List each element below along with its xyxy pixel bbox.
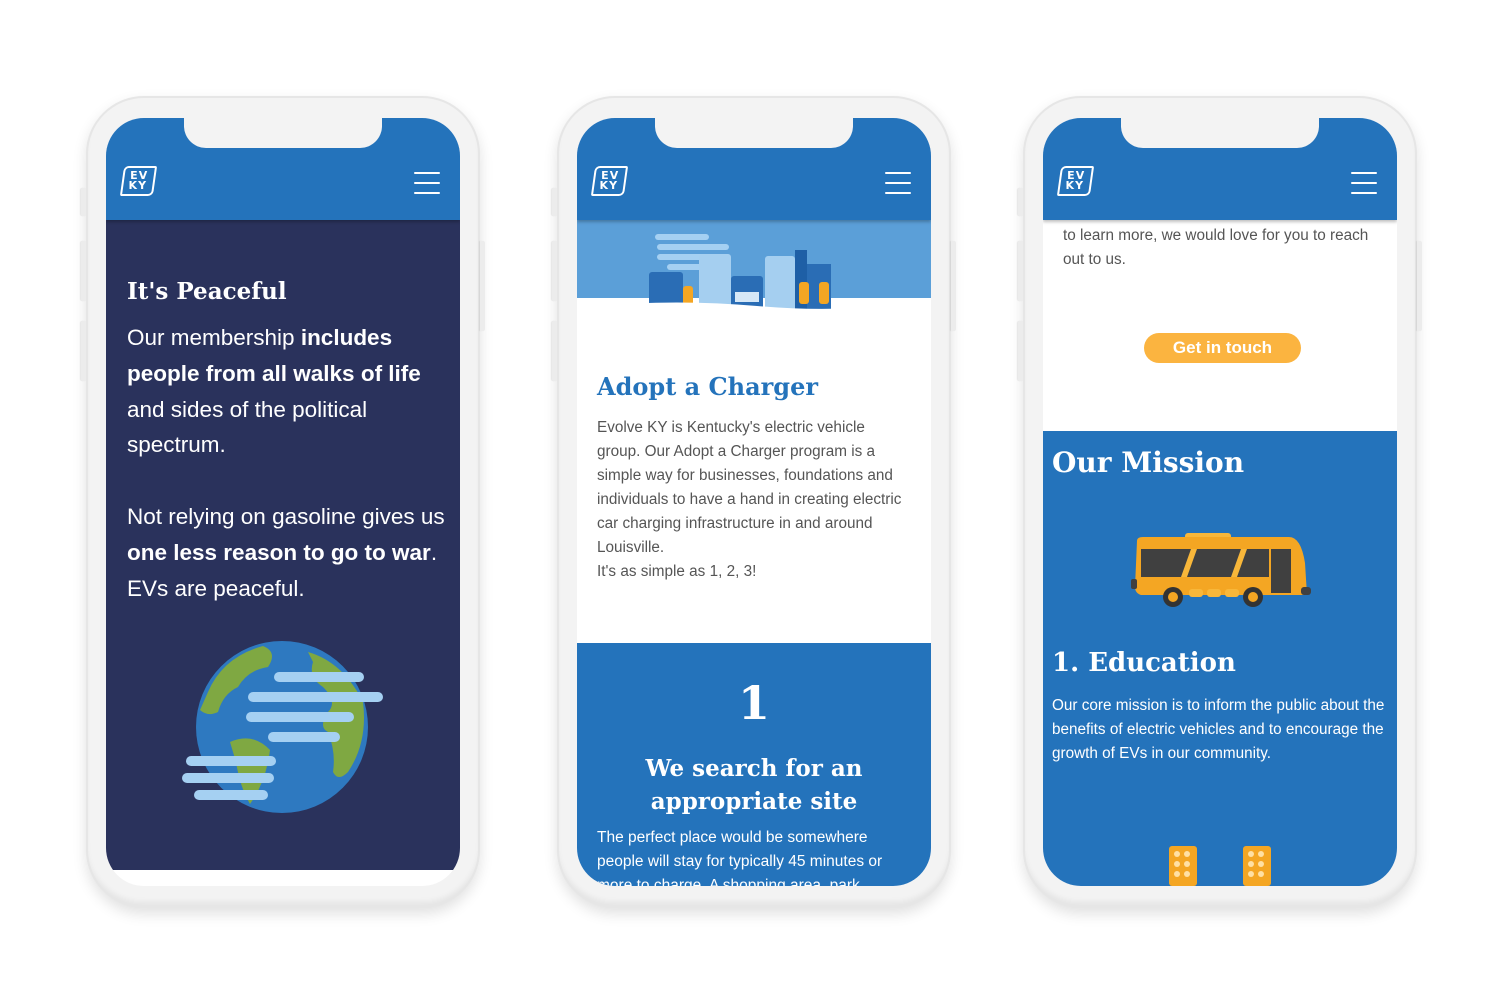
gasoline-paragraph: Not relying on gasoline gives us one les…: [127, 499, 446, 606]
phone-volume-down: [81, 321, 86, 381]
peaceful-section: It's Peaceful Our membership includes pe…: [106, 220, 460, 870]
evky-logo[interactable]: EV KY: [590, 166, 629, 196]
phone-screen: EV KY It's Peaceful Our membership inclu…: [106, 118, 460, 886]
logo-text-bottom: KY: [1065, 179, 1085, 192]
text: Our membership: [127, 325, 301, 350]
adopt-paragraph: Evolve KY is Kentucky's electric vehicle…: [597, 419, 902, 556]
city-chargers-icon: [577, 234, 931, 315]
section-title: It's Peaceful: [127, 278, 287, 305]
step-number: 1: [737, 676, 770, 730]
phone-notch: [184, 118, 382, 148]
phone-mockup-peaceful: EV KY It's Peaceful Our membership inclu…: [81, 96, 485, 908]
bus-icon: [1131, 533, 1311, 607]
phone-volume-up: [1018, 241, 1023, 301]
evky-logo[interactable]: EV KY: [119, 166, 158, 196]
step-body: The perfect place would be somewhere peo…: [597, 829, 883, 886]
hamburger-menu-icon[interactable]: [885, 172, 911, 194]
hamburger-menu-icon[interactable]: [414, 172, 440, 194]
phone-side-button: [81, 188, 86, 216]
phone-power-button: [951, 241, 956, 331]
logo-text-bottom: KY: [599, 179, 619, 192]
phone-side-button: [1018, 188, 1023, 216]
phone-volume-up: [552, 241, 557, 301]
phone-power-button: [1417, 241, 1422, 331]
step-title: We search for an appropriate site: [645, 755, 863, 815]
contact-intro-text: to learn more, we would love for you to …: [1063, 227, 1369, 268]
phone-notch: [655, 118, 853, 148]
phone-screen: EV KY Adopt a Charger Evolve KY is Kentu…: [577, 118, 931, 886]
phone-notch: [1121, 118, 1319, 148]
chargers-icon: [1169, 846, 1271, 886]
membership-paragraph: Our membership includes people from all …: [127, 320, 446, 463]
phone-screen: EV KY to learn more, we would love for y…: [1043, 118, 1397, 886]
text: and sides of the political spectrum.: [127, 396, 368, 458]
phone-mockup-mission: EV KY to learn more, we would love for y…: [1018, 96, 1422, 908]
mission-item-heading: 1. Education: [1052, 648, 1236, 678]
earth-icon: [182, 641, 383, 813]
adopt-heading: Adopt a Charger: [597, 372, 818, 401]
phone-volume-down: [1018, 321, 1023, 381]
phone-volume-up: [81, 241, 86, 301]
phone-mockup-adopt-charger: EV KY Adopt a Charger Evolve KY is Kentu…: [552, 96, 956, 908]
adopt-tagline: It's as simple as 1, 2, 3!: [597, 563, 757, 580]
phone-power-button: [480, 241, 485, 331]
mission-item-body: Our core mission is to inform the public…: [1052, 697, 1385, 762]
phone-volume-down: [552, 321, 557, 381]
bold-text: one less reason to go to war: [127, 539, 431, 565]
text: Not relying on gasoline gives us: [127, 504, 445, 529]
adopt-body: Evolve KY is Kentucky's electric vehicle…: [597, 416, 903, 584]
mission-heading: Our Mission: [1052, 446, 1245, 479]
logo-text-bottom: KY: [128, 179, 148, 192]
hamburger-menu-icon[interactable]: [1351, 172, 1377, 194]
evky-logo[interactable]: EV KY: [1056, 166, 1095, 196]
phone-side-button: [552, 188, 557, 216]
get-in-touch-button[interactable]: Get in touch: [1144, 333, 1301, 363]
